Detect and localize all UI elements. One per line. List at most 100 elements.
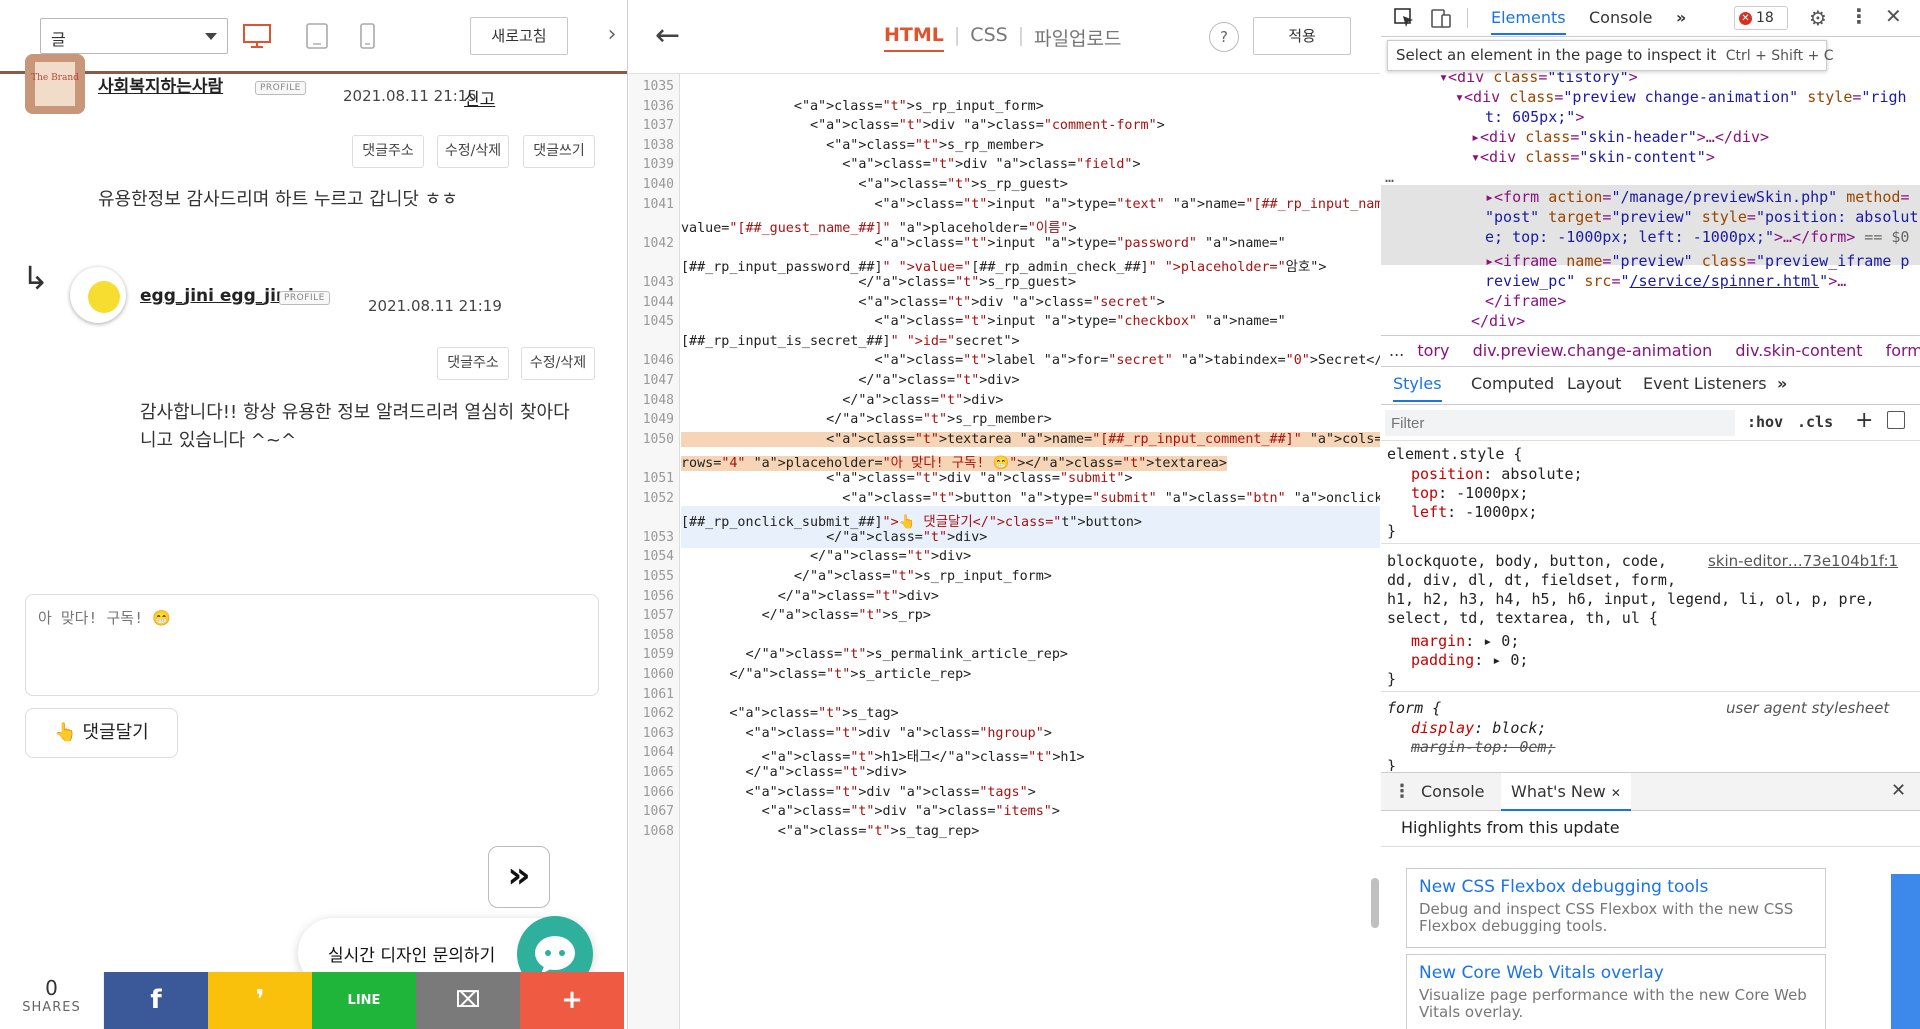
style-prop[interactable]: top: -1000px; — [1411, 484, 1528, 502]
code-line[interactable]: [##_rp_input_is_secret_##]" ">id="secret… — [681, 334, 1020, 349]
more-tabs-icon[interactable]: » — [1777, 374, 1787, 393]
code-line[interactable]: value="[##_guest_name_##]" "a">placehold… — [681, 216, 1077, 236]
card-title[interactable]: New Core Web Vitals overlay — [1419, 963, 1813, 983]
code-line[interactable]: <"a">class="t">div "a">class="comment-fo… — [681, 118, 1165, 133]
breadcrumb-item[interactable]: div.preview.change-animation — [1473, 341, 1713, 360]
class-toggle[interactable]: .cls — [1797, 413, 1833, 431]
facebook-icon[interactable]: f — [104, 972, 208, 1029]
dom-node[interactable]: ▾<div class="preview change-animation" s… — [1455, 88, 1907, 106]
device-toolbar-icon[interactable] — [1429, 7, 1453, 29]
drawer-tab-console[interactable]: Console — [1421, 782, 1485, 801]
edit-delete-button[interactable]: 수정/삭제 — [521, 347, 595, 380]
chevron-right-icon[interactable]: › — [602, 22, 622, 48]
submit-comment-button[interactable]: 👆 댓글달기 — [25, 708, 178, 758]
code-line[interactable]: </"a">class="t">s_rp_guest> — [681, 275, 1076, 290]
reply-button[interactable]: 댓글쓰기 — [523, 135, 595, 168]
inspect-element-icon[interactable] — [1393, 7, 1417, 29]
tab-elements[interactable]: Elements — [1491, 8, 1566, 35]
code-line[interactable]: </"a">class="t">s_rp_input_form> — [681, 569, 1052, 584]
tab-file-upload[interactable]: 파일업로드 — [1034, 24, 1121, 51]
code-line[interactable]: <"a">class="t">input "a">type="password"… — [681, 236, 1285, 251]
help-icon[interactable]: ? — [1209, 22, 1239, 52]
kebab-menu-icon[interactable]: ⋮ — [1849, 4, 1873, 28]
apply-button[interactable]: 적용 — [1253, 17, 1351, 55]
skin-select[interactable]: 글 — [40, 18, 228, 54]
code-line[interactable]: <"a">class="t">div "a">class="hgroup"> — [681, 726, 1051, 741]
code-line[interactable]: <"a">class="t">div "a">class="tags"> — [681, 785, 1035, 800]
breadcrumb-item[interactable]: form — [1886, 341, 1920, 360]
style-prop[interactable]: left: -1000px; — [1411, 503, 1537, 521]
card-title[interactable]: New CSS Flexbox debugging tools — [1419, 877, 1813, 897]
tab-html[interactable]: HTML — [884, 24, 944, 52]
stylesheet-source-link[interactable]: skin-editor…73e104b1f:1 — [1708, 552, 1898, 570]
code-line[interactable]: [##_rp_input_password_##]" ">value="[##_… — [681, 255, 1326, 275]
style-prop[interactable]: margin: ▸ 0; — [1411, 632, 1519, 650]
code-line[interactable]: </"a">class="t">div> — [681, 589, 939, 604]
code-line[interactable]: <"a">class="t">input "a">type="checkbox"… — [681, 314, 1285, 329]
dom-node[interactable]: ▸<iframe name="preview" class="preview_i… — [1485, 252, 1909, 270]
code-line[interactable]: <"a">class="t">s_rp_member> — [681, 138, 1044, 153]
code-line[interactable]: </"a">class="t">div> — [681, 549, 971, 564]
code-line[interactable]: <"a">class="t">textarea "a">name="[##_rp… — [681, 431, 1380, 447]
tab-event-listeners[interactable]: Event Listeners — [1643, 374, 1767, 393]
code-line[interactable]: <"a">class="t">s_tag_rep> — [681, 824, 980, 839]
close-icon[interactable]: ✕ — [1885, 4, 1909, 28]
error-count-badge[interactable]: ✕ 18 — [1734, 6, 1788, 30]
close-drawer-icon[interactable]: ✕ — [1891, 780, 1906, 801]
report-link[interactable]: 신고 — [464, 85, 495, 110]
hover-state-toggle[interactable]: :hov — [1747, 413, 1783, 431]
edit-delete-button[interactable]: 수정/삭제 — [437, 135, 509, 168]
styles-filter-input[interactable] — [1385, 410, 1735, 436]
dom-node[interactable]: </iframe> — [1485, 292, 1566, 310]
code-line[interactable]: </"a">class="t">div> — [681, 530, 987, 545]
comment-author[interactable]: egg_jini egg_jini — [140, 286, 294, 306]
code-line[interactable]: <"a">class="t">div "a">class="field"> — [681, 157, 1140, 172]
dom-node[interactable]: ▾<div class="skin-content"> — [1471, 148, 1715, 166]
drawer-menu-icon[interactable]: ⋮ — [1393, 781, 1411, 802]
dom-node-selected[interactable]: ▸<form action="/manage/previewSkin.php" … — [1485, 188, 1909, 206]
code-line[interactable]: <"a">class="t">div "a">class="submit"> — [681, 471, 1132, 486]
dom-node[interactable]: ▾<div class="tistory"> — [1439, 72, 1638, 86]
tab-styles[interactable]: Styles — [1393, 374, 1442, 402]
tab-css[interactable]: CSS — [970, 24, 1007, 46]
dom-tree[interactable]: ▾<div class="tistory"> ▾<div class="prev… — [1381, 72, 1920, 330]
style-prop[interactable]: position: absolute; — [1411, 465, 1583, 483]
dom-node[interactable]: </div> — [1471, 312, 1525, 330]
tab-computed[interactable]: Computed — [1471, 374, 1554, 393]
code-line[interactable]: </"a">class="t">div> — [681, 393, 1003, 408]
code-line[interactable]: rows="4" "a">placeholder="아 맞다! 구독! 😁"><… — [681, 451, 1227, 472]
breadcrumb-item[interactable]: ... — [1389, 341, 1404, 360]
mobile-view-icon[interactable] — [350, 20, 384, 52]
tab-console[interactable]: Console — [1589, 8, 1653, 27]
fast-forward-icon[interactable]: » — [488, 846, 550, 908]
whats-new-card[interactable]: New Core Web Vitals overlay Visualize pa… — [1406, 954, 1826, 1029]
toggle-sidebar-icon[interactable] — [1887, 411, 1905, 429]
breadcrumb-item[interactable]: tory — [1417, 341, 1449, 360]
code-line[interactable]: <"a">class="t">s_rp_input_form> — [681, 99, 1044, 114]
code-line[interactable]: <"a">class="t">h1>태그</"a">class="t">h1> — [681, 745, 1085, 765]
code-line[interactable]: </"a">class="t">s_rp> — [681, 608, 931, 623]
comment-address-button[interactable]: 댓글주소 — [352, 135, 424, 168]
code-line[interactable]: <"a">class="t">s_rp_guest> — [681, 177, 1068, 192]
code-line[interactable]: <"a">class="t">div "a">class="secret"> — [681, 295, 1164, 310]
back-arrow-icon[interactable]: ← — [655, 18, 695, 54]
refresh-button[interactable]: 새로고침 — [470, 17, 568, 55]
code-line[interactable]: <"a">class="t">s_tag> — [681, 706, 898, 721]
plus-icon[interactable]: + — [520, 972, 624, 1029]
whats-new-card[interactable]: New CSS Flexbox debugging tools Debug an… — [1406, 868, 1826, 948]
code-line[interactable]: </"a">class="t">div> — [681, 765, 906, 780]
code-line[interactable]: </"a">class="t">s_article_rep> — [681, 667, 971, 682]
tablet-view-icon[interactable] — [300, 20, 334, 52]
node-ellipsis[interactable]: … — [1385, 168, 1394, 186]
code-line[interactable]: <"a">class="t">button "a">type="submit" … — [681, 491, 1380, 506]
comment-author[interactable]: 사회복지하는사람 — [98, 72, 223, 97]
editor-scrollbar[interactable] — [1371, 878, 1379, 928]
code-line[interactable]: </"a">class="t">div> — [681, 373, 1019, 388]
comment-input[interactable] — [26, 595, 598, 695]
code-line[interactable]: </"a">class="t">s_rp_member> — [681, 412, 1052, 427]
code-line[interactable]: [##_rp_onclick_submit_##]">👆 댓글달기</">cla… — [681, 510, 1142, 530]
dom-node[interactable]: ▸<div class="skin-header">…</div> — [1471, 128, 1769, 146]
settings-gear-icon[interactable]: ⚙ — [1809, 6, 1833, 30]
tab-layout[interactable]: Layout — [1567, 374, 1621, 393]
code-line[interactable]: <"a">class="t">input "a">type="text" "a"… — [681, 197, 1380, 212]
